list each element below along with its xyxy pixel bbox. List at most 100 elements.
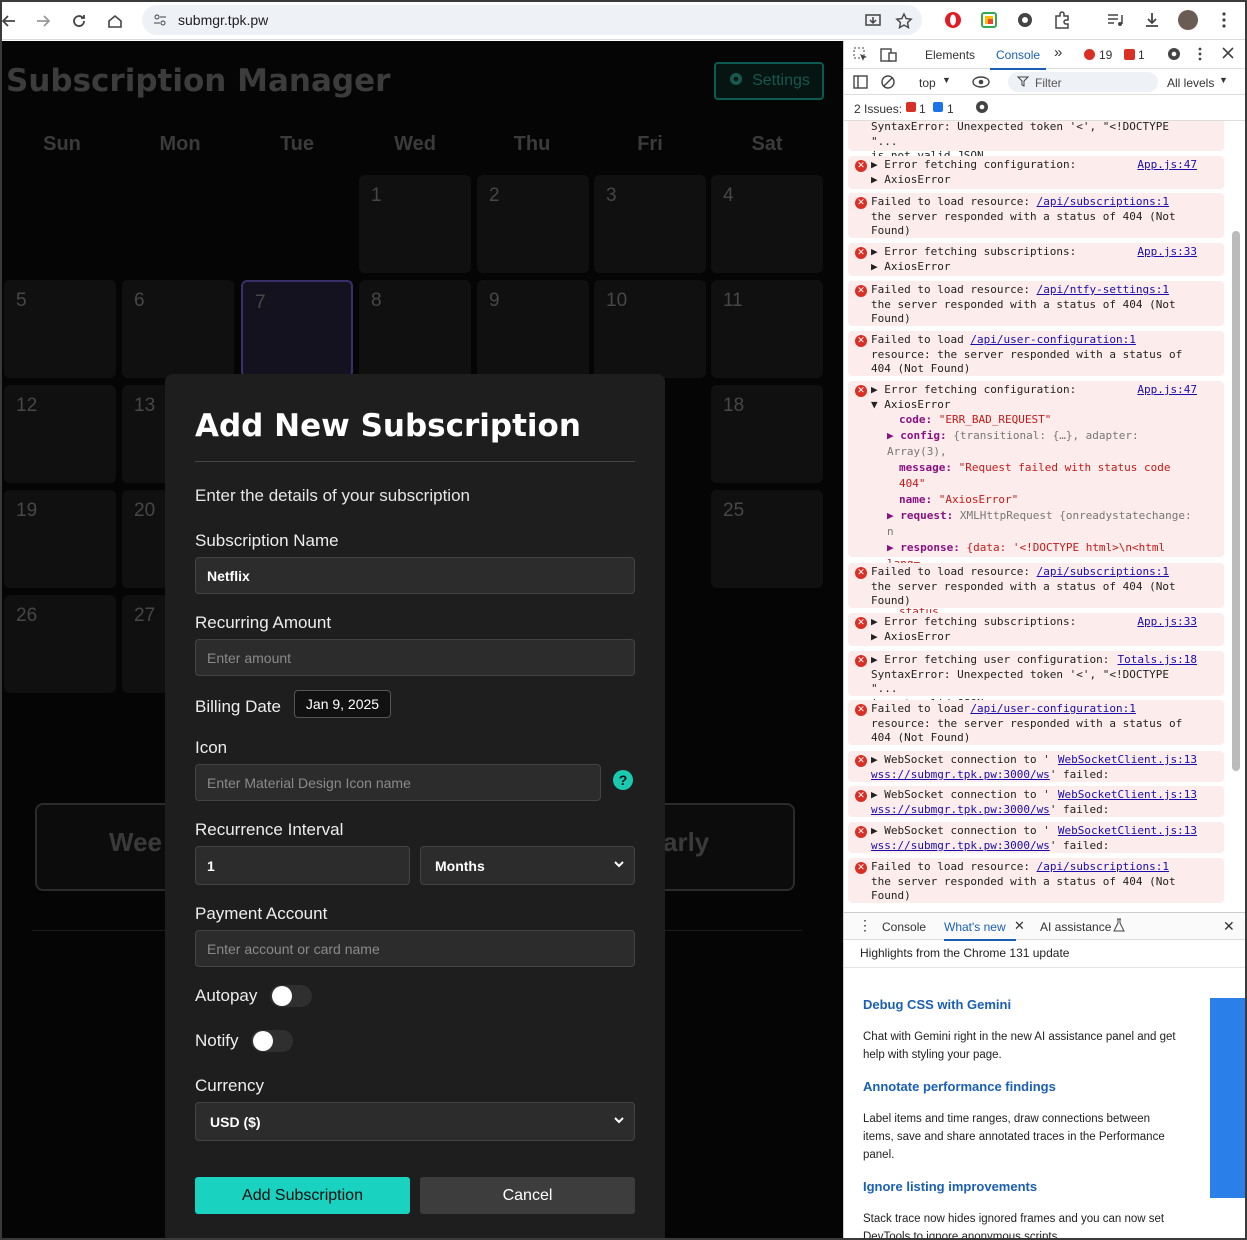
icon-name-input[interactable]: Enter Material Design Icon name <box>195 764 601 801</box>
devtools-menu-icon[interactable] <box>1196 46 1204 65</box>
console-error-message[interactable]: ✕ ▶ WebSocket connection to ' wss://submgr… <box>848 751 1224 782</box>
calendar-day[interactable]: 5 <box>4 280 116 378</box>
sidebar-toggle-icon[interactable] <box>853 74 869 93</box>
back-icon[interactable] <box>2 8 22 34</box>
news-title[interactable]: Debug CSS with Gemini <box>863 997 1011 1012</box>
address-bar[interactable]: submgr.tpk.pw <box>142 5 922 35</box>
calendar-day[interactable]: 1 <box>359 175 471 273</box>
filter-input[interactable]: Filter <box>1008 72 1158 92</box>
opera-extension-icon[interactable] <box>943 10 963 30</box>
live-expression-eye-icon[interactable] <box>972 74 990 93</box>
calendar-day[interactable]: 11 <box>711 280 823 378</box>
profile-avatar[interactable] <box>1178 10 1198 30</box>
resource-link[interactable]: /api/subscriptions:1 <box>1037 565 1169 578</box>
news-title[interactable]: Ignore listing improvements <box>863 1179 1037 1194</box>
issues-info-count[interactable]: 1 <box>947 102 954 116</box>
error-count[interactable]: 19 <box>1099 48 1112 62</box>
drawer-menu-icon[interactable]: ⋮ <box>858 917 872 934</box>
tab-console[interactable]: Console <box>989 48 1047 70</box>
notify-toggle[interactable] <box>251 1030 293 1052</box>
console-error-message[interactable]: ✕ ▶ Error fetching user configuration: Syn… <box>848 651 1224 710</box>
subscription-name-input[interactable]: Netflix <box>195 557 635 594</box>
close-tab-icon[interactable]: ✕ <box>1014 918 1025 934</box>
calendar-day[interactable]: 8 <box>359 280 471 378</box>
issues-label[interactable]: 2 Issues: <box>854 102 902 116</box>
console-error-message[interactable]: ✕ ▶ Error fetching configuration: ▶ AxiosE… <box>848 156 1224 189</box>
issues-settings-icon[interactable] <box>974 99 990 118</box>
drawer-tab-ai-assistance[interactable]: AI assistance <box>1040 920 1111 934</box>
log-levels-select[interactable]: All levels <box>1167 76 1214 90</box>
console-error-message[interactable]: ✕ Failed to load resource: /api/ntfy-sett… <box>848 281 1224 326</box>
reload-icon[interactable] <box>66 8 92 34</box>
color-extension-icon[interactable] <box>979 10 999 30</box>
bookmark-star-icon[interactable] <box>891 8 917 34</box>
clear-console-icon[interactable] <box>880 74 896 93</box>
console-error-message[interactable]: ✕ Failed to load resource: /api/subscript… <box>848 858 1224 903</box>
resource-link[interactable]: /api/subscriptions:1 <box>1037 860 1169 873</box>
issue-count[interactable]: 1 <box>1138 48 1145 62</box>
calendar-day[interactable]: 12 <box>4 385 116 483</box>
resource-link[interactable]: /api/user-configuration:1 <box>970 333 1136 346</box>
gear-extension-icon[interactable] <box>1015 10 1035 30</box>
object-property[interactable]: name: "AxiosError" <box>871 492 1200 508</box>
close-drawer-icon[interactable]: ✕ <box>1223 918 1235 935</box>
object-property[interactable]: ▶ config: {transitional: {…}, adapter: A… <box>871 428 1200 460</box>
source-link[interactable]: App.js:47 <box>1133 383 1197 398</box>
console-error-message[interactable]: ✕ ▶ Error fetching configuration: ▼ AxiosE… <box>848 381 1224 634</box>
console-scrollbar[interactable] <box>1232 231 1240 771</box>
websocket-url[interactable]: wss://submgr.tpk.pw:3000/ws <box>871 839 1050 852</box>
calendar-day[interactable]: 25 <box>711 490 823 588</box>
object-property[interactable]: code: "ERR_BAD_REQUEST" <box>871 412 1200 428</box>
downloads-icon[interactable] <box>1142 10 1162 30</box>
site-info-icon[interactable] <box>152 12 168 33</box>
autopay-toggle[interactable] <box>270 985 312 1007</box>
object-property[interactable]: message: "Request failed with status cod… <box>871 460 1200 492</box>
source-link[interactable]: App.js:33 <box>1133 615 1197 630</box>
console-error-message[interactable]: SyntaxError: Unexpected token '<', "<!DO… <box>848 121 1224 162</box>
tab-elements[interactable]: Elements <box>925 48 975 62</box>
console-error-message[interactable]: ✕ ▶ Error fetching subscriptions: ▶ AxiosE… <box>848 613 1224 646</box>
console-error-message[interactable]: ✕ Failed to load /api/user-configuration:… <box>848 331 1224 376</box>
payment-account-input[interactable]: Enter account or card name <box>195 930 635 967</box>
add-subscription-button[interactable]: Add Subscription <box>195 1177 410 1214</box>
resource-link[interactable]: /api/ntfy-settings:1 <box>1037 283 1169 296</box>
source-link[interactable]: Totals.js:18 <box>1113 653 1197 668</box>
help-icon[interactable]: ? <box>613 770 633 790</box>
inspect-element-icon[interactable] <box>853 47 869 66</box>
more-tabs-icon[interactable]: » <box>1054 44 1062 61</box>
calendar-day[interactable]: 4 <box>711 175 823 273</box>
drawer-tab-console[interactable]: Console <box>882 920 926 934</box>
console-error-message[interactable]: ✕ ▶ WebSocket connection to ' wss://submgr… <box>848 786 1224 817</box>
calendar-day[interactable]: 3 <box>594 175 706 273</box>
issues-error-count[interactable]: 1 <box>919 102 926 116</box>
billing-date-picker[interactable]: Jan 9, 2025 <box>294 690 391 718</box>
calendar-day[interactable]: 19 <box>4 490 116 588</box>
source-link[interactable]: WebSocketClient.js:13 <box>1053 753 1197 768</box>
console-error-message[interactable]: ✕ Failed to load resource: /api/subscript… <box>848 193 1224 238</box>
source-link[interactable]: App.js:33 <box>1133 245 1197 260</box>
console-error-message[interactable]: ✕ Failed to load resource: /api/subscript… <box>848 563 1224 608</box>
resource-link[interactable]: /api/subscriptions:1 <box>1037 195 1169 208</box>
extensions-puzzle-icon[interactable] <box>1052 10 1072 30</box>
forward-icon[interactable] <box>30 8 56 34</box>
source-link[interactable]: App.js:47 <box>1133 158 1197 173</box>
close-devtools-icon[interactable] <box>1221 46 1235 63</box>
calendar-day[interactable]: 9 <box>477 280 589 378</box>
install-app-icon[interactable] <box>860 8 886 34</box>
console-error-message[interactable]: ✕ Failed to load /api/user-configuration:… <box>848 700 1224 745</box>
calendar-day-today[interactable]: 7 <box>241 280 353 378</box>
console-error-message[interactable]: ✕ ▶ Error fetching subscriptions: ▶ AxiosE… <box>848 243 1224 276</box>
calendar-day[interactable]: 18 <box>711 385 823 483</box>
cancel-button[interactable]: Cancel <box>420 1177 635 1214</box>
source-link[interactable]: WebSocketClient.js:13 <box>1053 788 1197 803</box>
devtools-settings-icon[interactable] <box>1166 46 1182 65</box>
calendar-day[interactable]: 26 <box>4 595 116 693</box>
calendar-day[interactable]: 10 <box>594 280 706 378</box>
context-selector[interactable]: top <box>919 76 936 90</box>
drawer-tab-whats-new[interactable]: What's new <box>944 920 1006 934</box>
browser-menu-icon[interactable] <box>1214 10 1234 30</box>
websocket-url[interactable]: wss://submgr.tpk.pw:3000/ws <box>871 768 1050 781</box>
source-link[interactable]: WebSocketClient.js:13 <box>1053 824 1197 839</box>
recurring-amount-input[interactable]: Enter amount <box>195 639 635 676</box>
calendar-day[interactable]: 6 <box>122 280 234 378</box>
